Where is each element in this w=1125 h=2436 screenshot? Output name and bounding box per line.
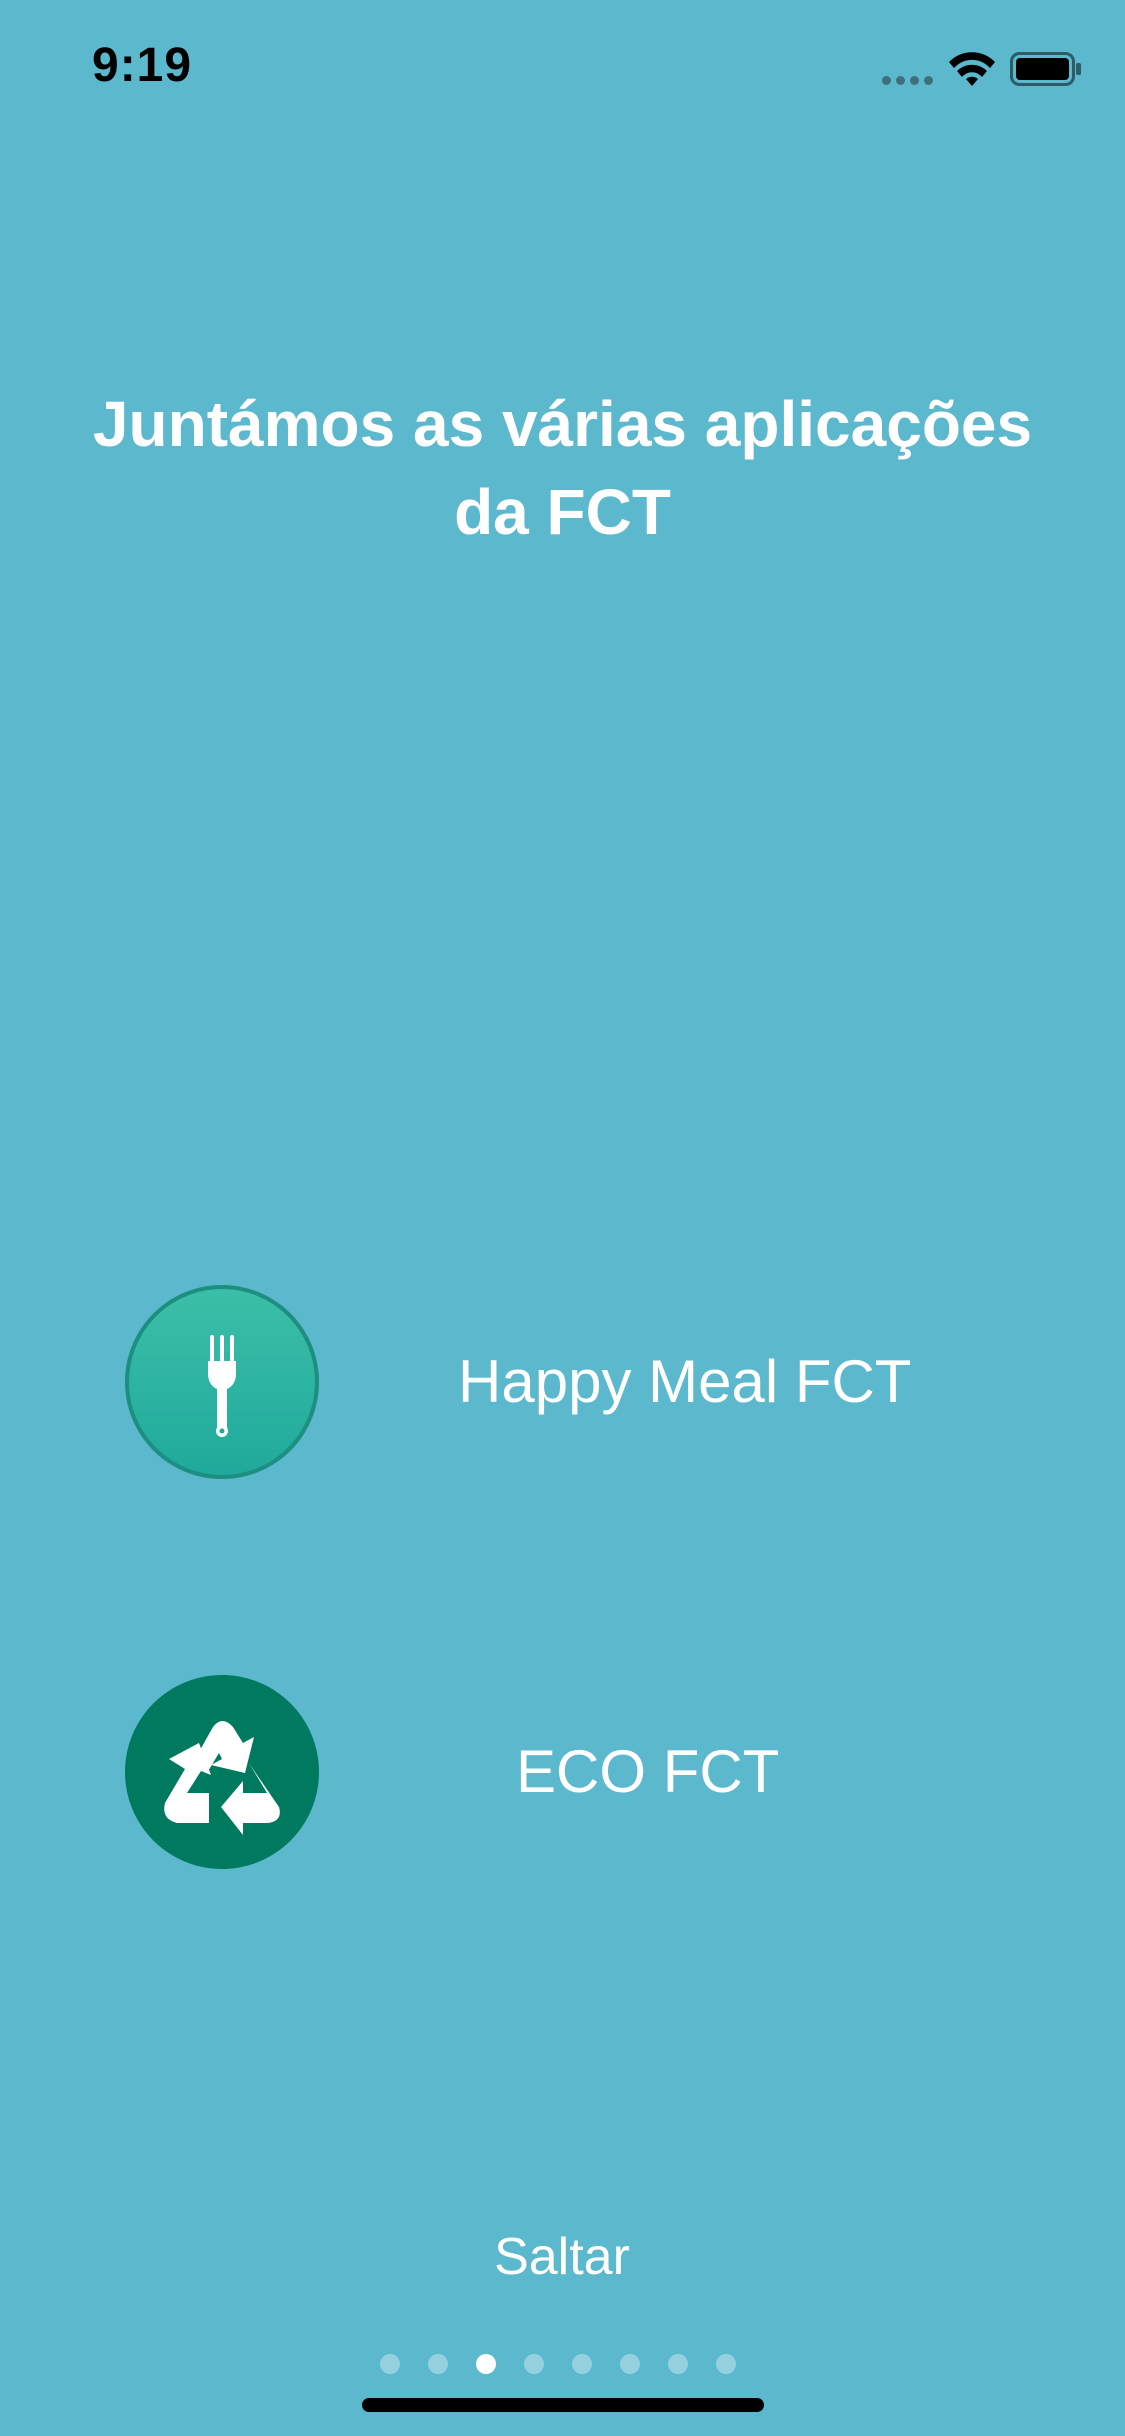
page-dot-4[interactable] — [524, 2354, 544, 2374]
skip-button[interactable]: Saltar — [412, 2222, 712, 2292]
app-label-eco: ECO FCT — [516, 1738, 780, 1805]
page-dot-3[interactable] — [476, 2354, 496, 2374]
onboarding-title: Juntámos as várias aplicações da FCT — [92, 388, 1033, 548]
page-dot-5[interactable] — [572, 2354, 592, 2374]
page-dot-6[interactable] — [620, 2354, 640, 2374]
battery-icon — [1010, 52, 1081, 86]
app-label-happy-meal: Happy Meal FCT — [458, 1348, 912, 1415]
page-control[interactable] — [380, 2352, 750, 2376]
cellular-signal-icon — [882, 76, 934, 86]
home-indicator[interactable] — [362, 2398, 764, 2412]
page-dot-1[interactable] — [380, 2354, 400, 2374]
status-time: 9:19 — [92, 39, 193, 92]
app-row-eco: ECO FCT — [0, 1672, 1125, 1872]
page-dot-8[interactable] — [716, 2354, 736, 2374]
onboarding-screen: 9:19 Juntámos as várias aplicações da FC… — [0, 0, 1125, 2436]
page-dot-7[interactable] — [668, 2354, 688, 2374]
wifi-icon — [949, 52, 995, 86]
status-bar: 9:19 — [0, 0, 1125, 140]
page-dot-2[interactable] — [428, 2354, 448, 2374]
fork-icon — [125, 1285, 319, 1479]
app-row-happy-meal: Happy Meal FCT — [0, 1282, 1125, 1482]
recycle-icon — [125, 1675, 319, 1869]
